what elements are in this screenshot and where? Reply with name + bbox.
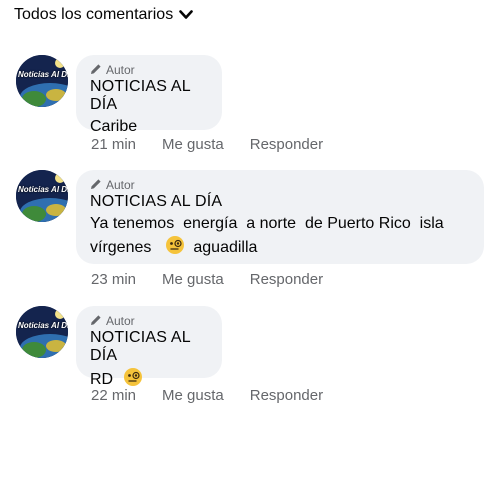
avatar[interactable]: Noticias Al Día [16,55,68,107]
reply-button[interactable]: Responder [250,387,323,404]
like-button[interactable]: Me gusta [162,136,224,153]
author-badge-label: Autor [106,63,135,77]
comment-time: 22 min [91,387,137,404]
comment-text-segment: RD [90,371,114,388]
avatar[interactable]: Noticias Al Día [16,306,68,358]
comment-bubble[interactable]: Autor NOTICIAS AL DÍA Caribe [76,55,222,135]
face-with-monocle-emoji [165,235,185,262]
comment-text: Ya tenemos energía a norte de Puerto Ric… [90,213,470,262]
avatar-logo-text: Noticias Al Día [18,70,68,79]
pencil-icon [90,178,102,193]
sort-comments-dropdown[interactable]: Todos los comentarios [14,6,193,24]
comment-author[interactable]: NOTICIAS AL DÍA [90,193,470,211]
reply-button[interactable]: Responder [250,136,323,153]
comment-time: 23 min [91,271,137,288]
comment-text-segment: aguadilla [193,239,258,256]
comment-author[interactable]: NOTICIAS AL DÍA [90,78,208,114]
like-button[interactable]: Me gusta [162,387,224,404]
author-badge-label: Autor [106,314,135,328]
comment-actions: 22 min Me gusta Responder [91,387,323,404]
author-badge-label: Autor [106,178,135,192]
reply-button[interactable]: Responder [250,271,323,288]
avatar-logo-text: Noticias Al Día [18,321,68,330]
comment-text-line: Caribe [90,118,138,135]
comment-bubble[interactable]: Autor NOTICIAS AL DÍA Ya tenemos energía… [76,170,484,264]
comment-text-line: Ya tenemos energía a norte de Puerto Ric… [90,215,444,232]
author-badge: Autor [90,314,208,328]
avatar[interactable]: Noticias Al Día [16,170,68,222]
sort-label: Todos los comentarios [14,6,174,23]
chevron-down-icon [179,10,193,20]
comment-author[interactable]: NOTICIAS AL DÍA [90,329,208,365]
author-badge: Autor [90,178,470,192]
like-button[interactable]: Me gusta [162,271,224,288]
comment-bubble[interactable]: Autor NOTICIAS AL DÍA RD [76,306,222,388]
comment-time: 21 min [91,136,137,153]
comment-actions: 23 min Me gusta Responder [91,271,323,288]
comment-text-segment: vírgenes [90,239,152,256]
author-badge: Autor [90,63,208,77]
comment-text-line: vírgenes aguadilla [90,235,470,262]
pencil-icon [90,314,102,329]
avatar-logo-text: Noticias Al Día [18,185,68,194]
pencil-icon [90,63,102,78]
comment-actions: 21 min Me gusta Responder [91,136,323,153]
comment-text: Caribe [90,116,208,138]
